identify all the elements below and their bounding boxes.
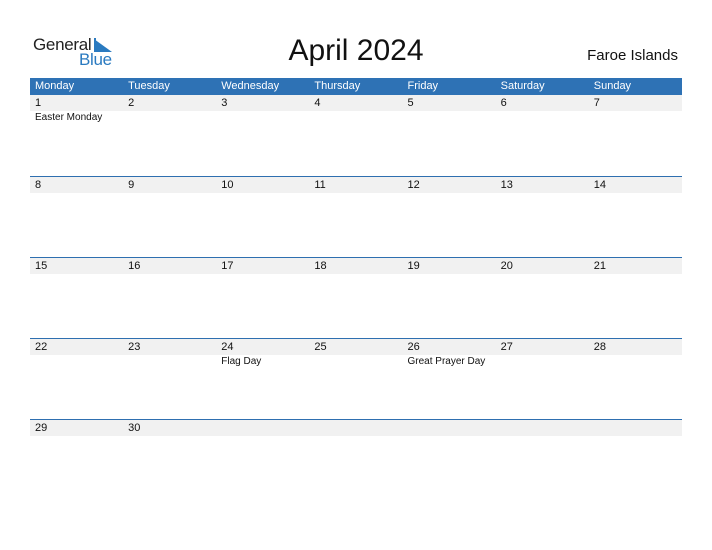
day-number: 28 [593, 341, 606, 353]
day-number: 20 [500, 260, 513, 272]
day-number: 26 [407, 341, 420, 353]
holiday-label: Great Prayer Day [407, 356, 486, 367]
day-number: 13 [500, 179, 513, 191]
day-number: 7 [593, 97, 600, 109]
date-row: 29 30 [30, 420, 682, 436]
day-number: 5 [407, 97, 414, 109]
day-number: 15 [35, 260, 48, 272]
day-number: 23 [128, 341, 141, 353]
day-number: 2 [128, 97, 135, 109]
weekday-header: Monday Tuesday Wednesday Thursday Friday… [30, 78, 682, 95]
day-number: 29 [35, 422, 48, 434]
holiday-label [403, 111, 496, 125]
calendar-grid: Monday Tuesday Wednesday Thursday Friday… [30, 78, 682, 500]
holiday-label [589, 111, 682, 125]
day-number: 8 [35, 179, 42, 191]
day-number: 22 [35, 341, 48, 353]
day-number: 10 [221, 179, 234, 191]
holiday-label: Flag Day [221, 356, 262, 367]
day-number [403, 420, 496, 436]
weekday-tuesday: Tuesday [128, 80, 170, 92]
holiday-label [30, 355, 123, 369]
date-row: 1 2 3 4 5 6 7 [30, 95, 682, 111]
day-number: 9 [128, 179, 135, 191]
weekday-monday: Monday [35, 80, 75, 92]
date-row: 8 9 10 11 12 13 14 [30, 177, 682, 193]
weekday-sunday: Sunday [593, 80, 632, 92]
weekday-friday: Friday [407, 80, 439, 92]
holiday-label [496, 355, 589, 369]
holiday-row: Easter Monday [30, 111, 682, 125]
day-number: 27 [500, 341, 513, 353]
day-number [496, 420, 589, 436]
holiday-row: Flag Day Great Prayer Day [30, 355, 682, 369]
day-number: 24 [221, 341, 234, 353]
week-row: 8 9 10 11 12 13 14 [30, 176, 682, 257]
day-number: 12 [407, 179, 420, 191]
date-row: 22 23 24 25 26 27 28 [30, 339, 682, 355]
holiday-label [123, 111, 216, 125]
holiday-label [496, 111, 589, 125]
week-row: 1 2 3 4 5 6 7 Easter Monday [30, 95, 682, 176]
day-number: 19 [407, 260, 420, 272]
day-number: 17 [221, 260, 234, 272]
day-number: 21 [593, 260, 606, 272]
day-number: 16 [128, 260, 141, 272]
week-row: 29 30 [30, 419, 682, 500]
day-number: 18 [314, 260, 327, 272]
day-number [309, 420, 402, 436]
week-row: 22 23 24 25 26 27 28 Flag Day Great Prayer Day [30, 338, 682, 419]
day-number [589, 420, 682, 436]
holiday-label [309, 355, 402, 369]
holiday-label [589, 355, 682, 369]
day-number: 14 [593, 179, 606, 191]
day-number: 25 [314, 341, 327, 353]
week-row: 15 16 17 18 19 20 21 [30, 257, 682, 338]
holiday-label [309, 111, 402, 125]
day-number: 4 [314, 97, 321, 109]
day-number: 6 [500, 97, 507, 109]
day-number [216, 420, 309, 436]
holiday-label [216, 111, 309, 125]
weekday-wednesday: Wednesday [221, 80, 280, 92]
day-number: 11 [314, 179, 326, 191]
country-label: Faroe Islands [587, 47, 678, 64]
holiday-label [123, 355, 216, 369]
day-number: 30 [128, 422, 141, 434]
holiday-label: Easter Monday [35, 112, 103, 123]
day-number: 1 [35, 97, 42, 109]
weekday-thursday: Thursday [314, 80, 361, 92]
weekday-saturday: Saturday [500, 80, 545, 92]
date-row: 15 16 17 18 19 20 21 [30, 258, 682, 274]
day-number: 3 [221, 97, 228, 109]
